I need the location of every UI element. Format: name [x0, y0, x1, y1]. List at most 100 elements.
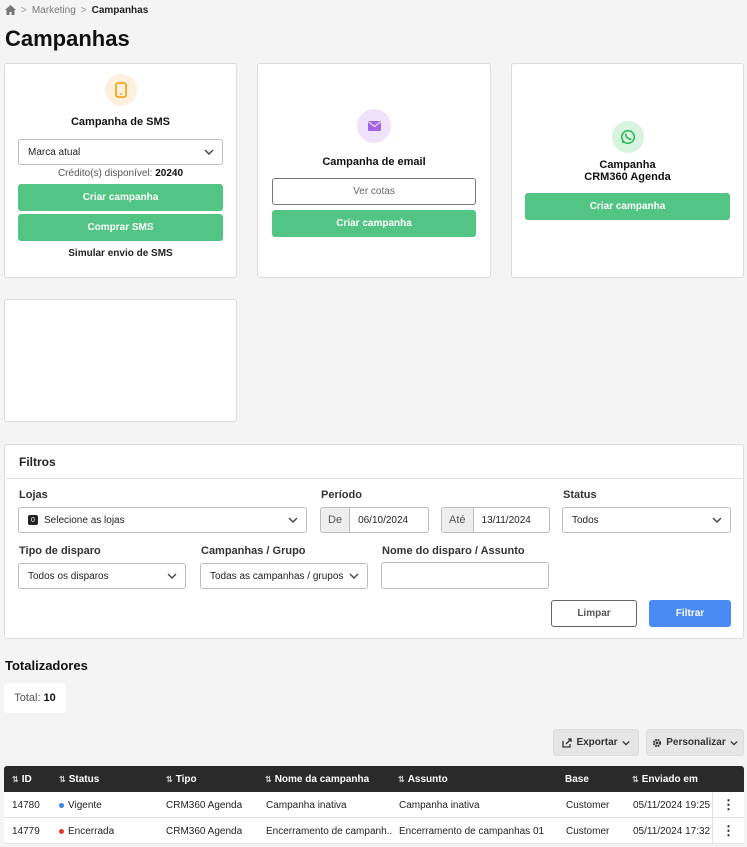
cell-type: CRM360 Agenda	[166, 799, 243, 811]
stores-label: Lojas	[19, 489, 48, 501]
whatsapp-card-title-line2: CRM360 Agenda	[584, 171, 671, 183]
total-label: Total:	[14, 692, 41, 704]
sort-icon: ⇅	[398, 774, 405, 784]
filters-panel: Filtros Lojas 0 Selecione as lojas Perío…	[4, 444, 744, 639]
cell-status: Vigente	[59, 792, 102, 818]
column-header-name-label: Nome da campanha	[274, 773, 370, 785]
column-header-type-label: Tipo	[175, 773, 197, 785]
period-to-field[interactable]: Até 13/11/2024	[441, 507, 550, 533]
page-title: Campanhas	[5, 26, 130, 51]
name-subject-label: Nome do disparo / Assunto	[382, 545, 525, 557]
campaigns-select-value: Todas as campanhas / grupos	[210, 570, 344, 582]
name-subject-input[interactable]	[381, 562, 549, 589]
column-header-name[interactable]: ⇅ Nome da campanha	[265, 766, 369, 792]
status-dot	[59, 828, 64, 834]
sms-campaign-card: Campanha de SMS Marca atual Crédito(s) d…	[4, 63, 237, 278]
brand-select[interactable]: Marca atual	[18, 139, 223, 165]
send-type-label: Tipo de disparo	[19, 545, 101, 557]
create-email-campaign-button[interactable]: Criar campanha	[272, 210, 476, 237]
credits-label: Crédito(s) disponível:	[57, 168, 153, 179]
create-whatsapp-campaign-button[interactable]: Criar campanha	[525, 193, 730, 220]
row-actions-icon[interactable]: ⋮	[712, 818, 744, 844]
breadcrumb-marketing[interactable]: Marketing	[32, 5, 76, 16]
chevron-right-icon: >	[80, 4, 87, 16]
table-row[interactable]: 14779 Encerrada CRM360 Agenda Encerramen…	[4, 818, 744, 844]
cell-base: Customer	[566, 799, 610, 811]
period-label: Período	[321, 489, 362, 501]
export-icon	[562, 737, 573, 748]
brand-select-value: Marca atual	[28, 146, 81, 158]
cell-status-label: Vigente	[68, 799, 102, 811]
filter-button[interactable]: Filtrar	[649, 600, 731, 627]
cell-subject: Encerramento de campanhas 01	[399, 825, 545, 837]
gear-icon	[653, 738, 662, 747]
home-icon[interactable]	[5, 5, 16, 15]
period-from-field[interactable]: De 06/10/2024	[320, 507, 429, 533]
chevron-right-icon: >	[21, 4, 27, 16]
status-label: Status	[563, 489, 597, 501]
customize-button[interactable]: Personalizar	[646, 729, 744, 756]
send-type-select-value: Todos os disparos	[28, 570, 109, 582]
column-header-status[interactable]: ⇅ Status	[59, 766, 99, 792]
sort-icon: ⇅	[166, 774, 173, 784]
cell-status-label: Encerrada	[68, 825, 115, 837]
table-row[interactable]: 14780 Vigente CRM360 Agenda Campanha ina…	[4, 792, 744, 818]
total-badge: Total: 10	[4, 683, 66, 713]
create-sms-campaign-button[interactable]: Criar campanha	[18, 184, 223, 211]
export-button[interactable]: Exportar	[553, 729, 639, 756]
cell-name: Encerramento de campanh...	[266, 825, 392, 837]
column-header-id[interactable]: ⇅ ID	[12, 766, 32, 792]
period-from-value: 06/10/2024	[358, 514, 409, 526]
view-quotas-button[interactable]: Ver cotas	[272, 178, 476, 205]
chevron-down-icon	[349, 573, 359, 579]
cell-status: Encerrada	[59, 818, 114, 844]
chevron-down-icon	[204, 149, 214, 155]
filters-title: Filtros	[5, 445, 743, 479]
breadcrumb: > Marketing > Campanhas	[5, 3, 148, 17]
stores-select[interactable]: 0 Selecione as lojas	[18, 507, 307, 533]
stores-count-badge: 0	[28, 515, 38, 525]
column-header-base[interactable]: Base	[565, 766, 589, 792]
column-header-status-label: Status	[68, 773, 100, 785]
column-header-sent[interactable]: ⇅ Enviado em	[632, 766, 698, 792]
whatsapp-icon	[611, 121, 644, 153]
column-header-subject[interactable]: ⇅ Assunto	[398, 766, 448, 792]
column-header-type[interactable]: ⇅ Tipo	[166, 766, 197, 792]
totals-title: Totalizadores	[5, 658, 88, 673]
status-select[interactable]: Todos	[562, 507, 731, 533]
column-header-sent-label: Enviado em	[641, 773, 698, 785]
sort-icon: ⇅	[59, 774, 66, 784]
column-header-id-label: ID	[21, 773, 32, 785]
stores-select-value: Selecione as lojas	[44, 514, 125, 526]
credits-value: 20240	[155, 168, 184, 179]
row-actions-icon[interactable]: ⋮	[712, 792, 744, 818]
export-label: Exportar	[576, 737, 618, 748]
campaigns-select[interactable]: Todas as campanhas / grupos	[200, 563, 368, 589]
clear-button[interactable]: Limpar	[551, 600, 637, 627]
period-from-prefix: De	[321, 508, 351, 532]
table-header: ⇅ ID ⇅ Status ⇅ Tipo ⇅ Nome da campanha ⇅ Ass…	[4, 766, 744, 792]
whatsapp-campaign-card: Campanha CRM360 Agenda Criar campanha	[511, 63, 744, 278]
sms-card-title: Campanha de SMS	[70, 116, 171, 128]
period-to-value: 13/11/2024	[481, 514, 531, 526]
cell-type: CRM360 Agenda	[166, 825, 243, 837]
cell-sent: 05/11/2024 17:32	[633, 825, 711, 837]
breadcrumb-current: Campanhas	[91, 4, 149, 16]
simulate-sms-link[interactable]: Simular envio de SMS	[5, 248, 236, 259]
email-card-title: Campanha de email	[322, 156, 426, 168]
chevron-down-icon	[621, 740, 630, 746]
chevron-down-icon	[288, 517, 298, 523]
sort-icon: ⇅	[12, 774, 19, 784]
campaigns-label: Campanhas / Grupo	[201, 545, 306, 557]
column-header-subject-label: Assunto	[407, 773, 448, 785]
buy-sms-button[interactable]: Comprar SMS	[18, 214, 223, 241]
cell-name: Campanha inativa	[266, 799, 347, 811]
cell-subject: Campanha inativa	[399, 799, 480, 811]
column-header-base-label: Base	[565, 773, 589, 785]
status-dot	[59, 802, 64, 808]
chevron-down-icon	[167, 573, 177, 579]
phone-icon	[104, 74, 137, 106]
email-campaign-card: Campanha de email Ver cotas Criar campan…	[257, 63, 491, 278]
total-value: 10	[43, 692, 56, 704]
send-type-select[interactable]: Todos os disparos	[18, 563, 186, 589]
